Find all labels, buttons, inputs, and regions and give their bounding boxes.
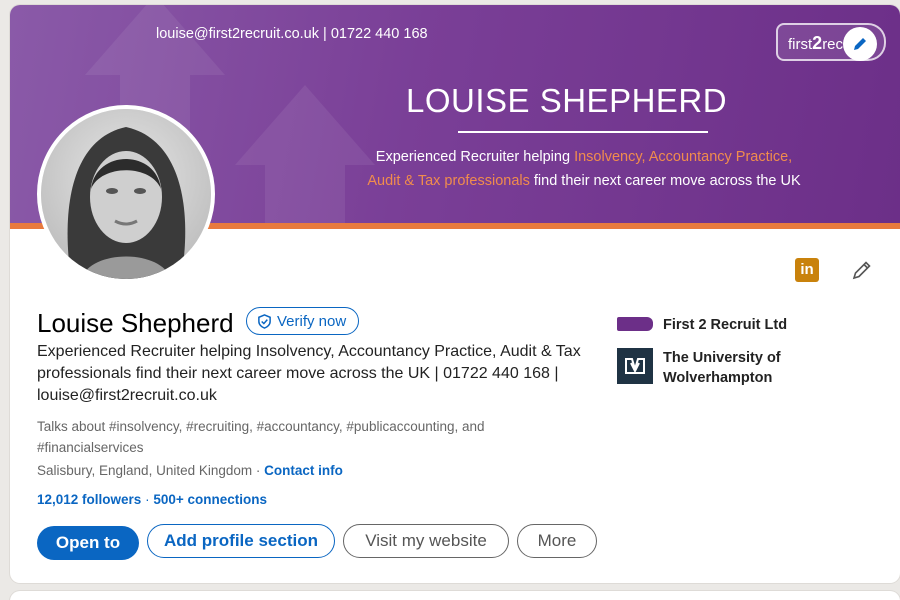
profile-photo[interactable]	[37, 105, 215, 283]
banner-tagline-text: find their next career move across the U…	[529, 173, 801, 189]
visit-website-button[interactable]: Visit my website	[343, 524, 509, 558]
avatar-image	[41, 109, 211, 279]
school-logo	[617, 348, 653, 384]
brand-text: rec	[822, 36, 844, 53]
banner-tagline-text: Experienced Recruiter helping	[375, 149, 575, 165]
talks-about: Talks about #insolvency, #recruiting, #a…	[37, 419, 485, 455]
network-stats: 12,012 followers · 500+ connections	[37, 492, 267, 507]
banner-tagline-highlight: Audit & Tax professionals	[367, 173, 530, 189]
separator: ·	[141, 492, 154, 507]
verify-now-button[interactable]: Verify now	[246, 307, 360, 335]
school-name: The University of Wolverhampton	[663, 348, 781, 388]
edit-profile-button[interactable]	[848, 256, 876, 284]
university-crest-icon	[625, 358, 645, 374]
education-school[interactable]: The University of Wolverhampton	[617, 348, 781, 388]
more-button[interactable]: More	[517, 524, 597, 558]
banner-tagline-highlight: Insolvency, Accountancy Practice,	[574, 149, 793, 165]
location-text: Salisbury, England, United Kingdom	[37, 463, 253, 478]
pencil-icon	[854, 38, 866, 50]
contact-info-link[interactable]: Contact info	[264, 463, 343, 478]
location-row: Salisbury, England, United Kingdom · Con…	[37, 463, 343, 478]
brand-text: 2	[812, 33, 823, 53]
company-logo	[617, 317, 653, 331]
banner-name: LOUISE SHEPHERD	[406, 82, 728, 119]
school-name-line: Wolverhampton	[663, 370, 773, 386]
followers-link[interactable]: 12,012 followers	[37, 492, 141, 507]
company-name: First 2 Recruit Ltd	[663, 317, 788, 333]
linkedin-icon[interactable]: in	[795, 258, 819, 282]
open-to-button[interactable]: Open to	[37, 526, 139, 560]
next-section-card	[10, 591, 900, 600]
profile-headline: Experienced Recruiter helping Insolvency…	[37, 343, 581, 404]
profile-card: louise@first2recruit.co.uk | 01722 440 1…	[10, 5, 900, 583]
connections-link[interactable]: 500+ connections	[153, 492, 267, 507]
pencil-icon	[852, 261, 871, 280]
current-company[interactable]: First 2 Recruit Ltd	[617, 315, 787, 335]
separator: ·	[252, 463, 265, 478]
banner-tagline: Experienced Recruiter helping Insolvency…	[328, 145, 840, 193]
verify-now-label: Verify now	[277, 312, 347, 330]
school-name-line: The University of	[663, 350, 781, 366]
banner-divider	[458, 131, 708, 133]
brand-text: first	[788, 36, 813, 53]
add-profile-section-button[interactable]: Add profile section	[147, 524, 335, 558]
shield-check-icon	[258, 313, 271, 329]
profile-name: Louise Shepherd	[37, 308, 234, 338]
banner-contact-text: louise@first2recruit.co.uk | 01722 440 1…	[156, 26, 428, 42]
edit-banner-button[interactable]	[843, 27, 877, 61]
